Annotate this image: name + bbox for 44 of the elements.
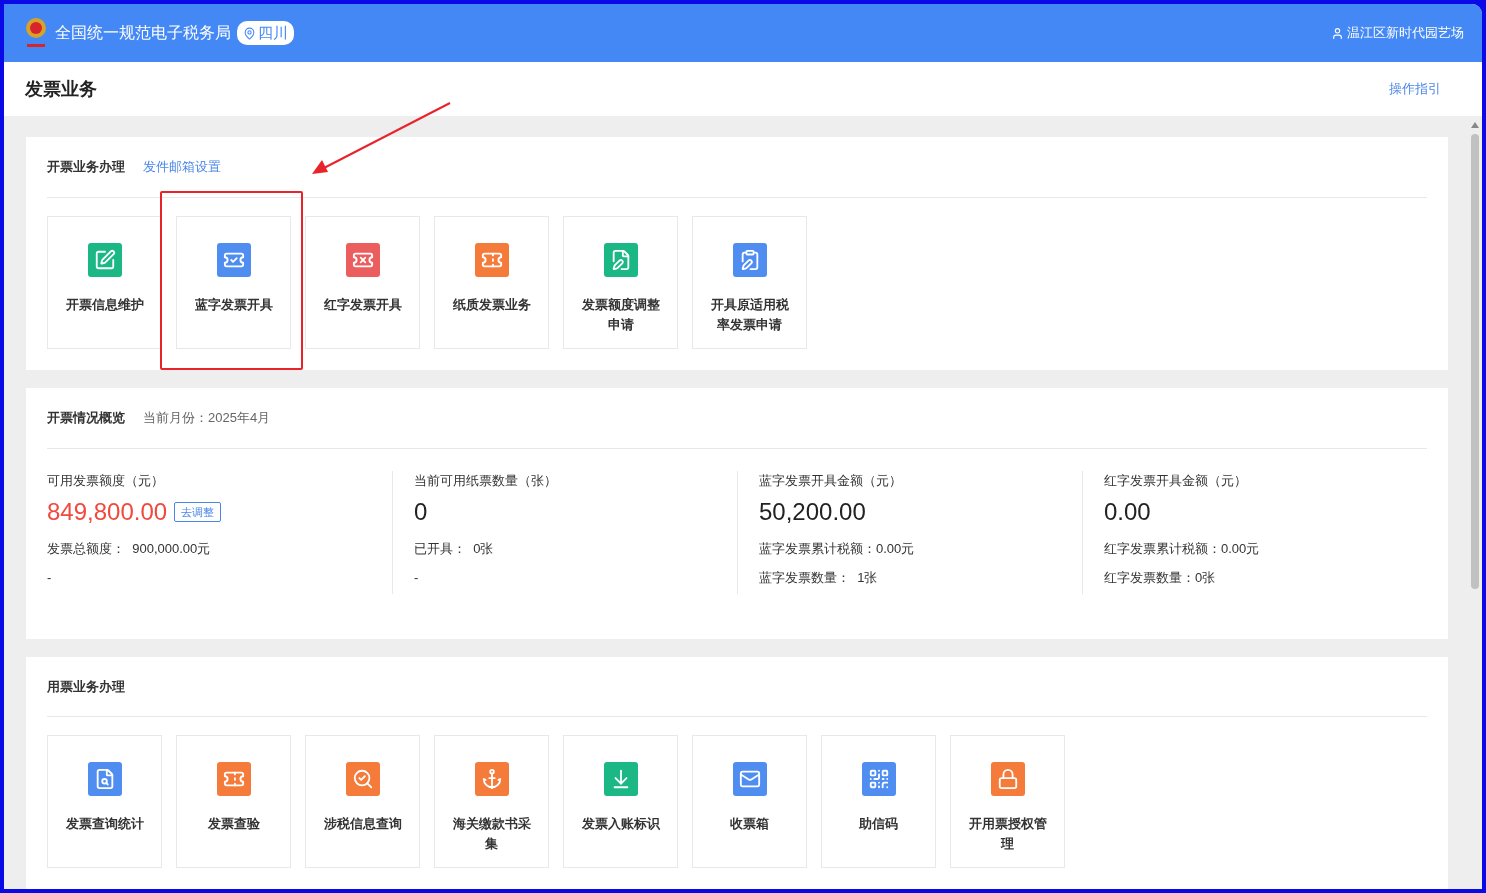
stat-detail: 蓝字发票数量： 1张 (759, 569, 879, 587)
service-tile[interactable]: 开用票授权管理 (950, 735, 1065, 868)
stat-detail: - (414, 569, 420, 587)
stat-detail: 已开具： 0张 (414, 540, 495, 558)
stat-value: 0 (414, 497, 428, 527)
scroll-up-icon[interactable] (1471, 122, 1479, 128)
stat-label: 红字发票开具金额（元） (1104, 472, 1248, 490)
section-title: 开票业务办理 (47, 158, 125, 177)
service-tile[interactable]: 涉税信息查询 (305, 735, 420, 868)
service-tile[interactable]: 红字发票开具 (305, 216, 420, 349)
page-title: 发票业务 (25, 77, 97, 101)
service-tile[interactable]: 蓝字发票开具 (176, 216, 291, 349)
section-title: 用票业务办理 (47, 677, 125, 696)
service-tile[interactable]: 发票入账标识 (563, 735, 678, 868)
stat-detail: 红字发票累计税额：0.00元 (1104, 540, 1261, 558)
service-tile[interactable]: 发票查验 (176, 735, 291, 868)
site-title: 全国统一规范电子税务局 (55, 23, 231, 43)
section-title: 开票情况概览 (47, 409, 125, 428)
stat-detail: 蓝字发票累计税额：0.00元 (759, 540, 916, 558)
service-tile[interactable]: 发票查询统计 (47, 735, 162, 868)
stat-detail: 发票总额度： 900,000.00元 (47, 540, 212, 558)
stat-label: 可用发票额度（元） (47, 472, 165, 490)
guide-link[interactable]: 操作指引 (1389, 79, 1441, 99)
service-tile[interactable]: 助信码 (821, 735, 936, 868)
service-tile[interactable]: 开具原适用税率发票申请 (692, 216, 807, 349)
current-month: 当前月份：2025年4月 (143, 409, 271, 428)
adjust-button[interactable]: 去调整 (174, 502, 222, 522)
stat-value: 50,200.00 (759, 497, 866, 527)
location-pin-icon (243, 26, 256, 40)
scrollbar-thumb[interactable] (1471, 134, 1479, 589)
stat-label: 当前可用纸票数量（张） (414, 472, 558, 490)
stat-detail: 红字发票数量：0张 (1104, 569, 1217, 587)
service-tile[interactable]: 纸质发票业务 (434, 216, 549, 349)
stat-value: 0.00 (1104, 497, 1151, 527)
service-tile[interactable]: 发票额度调整申请 (563, 216, 678, 349)
mail-settings-link[interactable]: 发件邮箱设置 (143, 157, 221, 177)
stat-label: 蓝字发票开具金额（元） (759, 472, 903, 490)
region-badge[interactable]: 四川 (237, 21, 294, 45)
service-tile[interactable]: 收票箱 (692, 735, 807, 868)
service-tile[interactable]: 海关缴款书采集 (434, 735, 549, 868)
user-icon (1331, 26, 1344, 40)
stat-value: 849,800.00 (47, 497, 168, 527)
stat-detail: - (47, 569, 53, 587)
service-tile[interactable]: 开票信息维护 (47, 216, 162, 349)
